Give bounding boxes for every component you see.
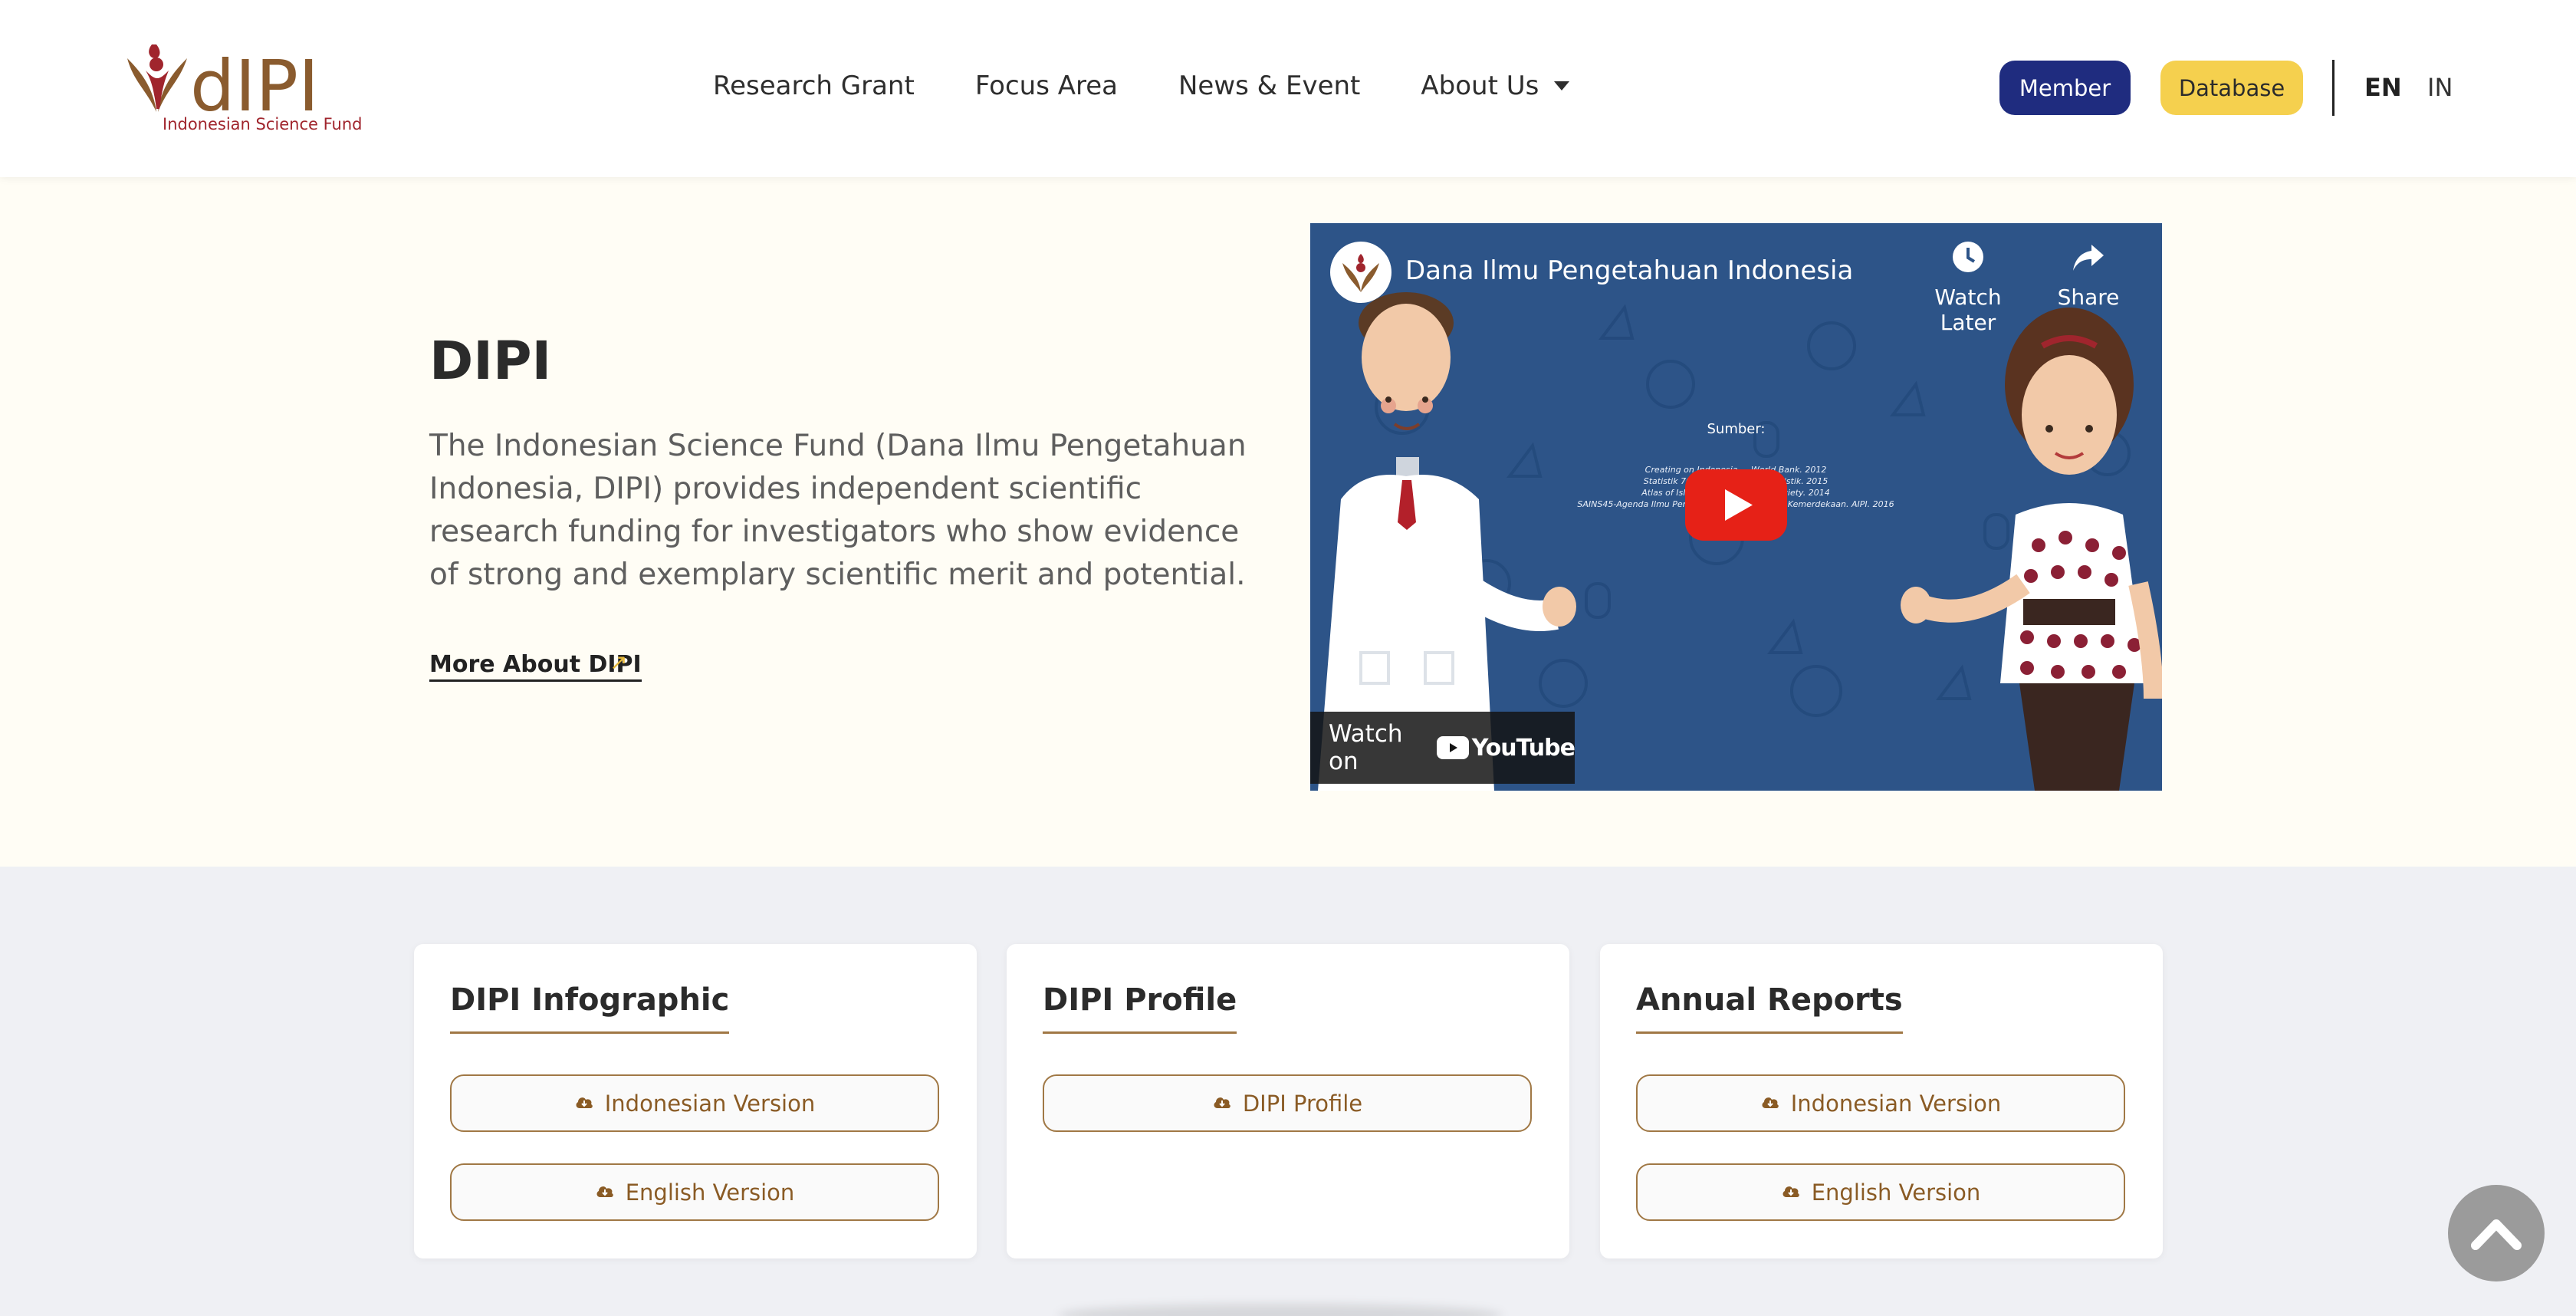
language-divider (2332, 60, 2334, 116)
svg-text:dIPI: dIPI (190, 45, 319, 120)
annual-reports-card: Annual Reports Indonesian Version Englis… (1600, 944, 2163, 1258)
decorative-shadow (1058, 1304, 1503, 1316)
youtube-video-embed[interactable]: Dana Ilmu Pengetahuan Indonesia Watch La… (1310, 223, 2162, 791)
download-english-version-button[interactable]: English Version (1636, 1163, 2125, 1221)
download-dipi-profile-button[interactable]: DIPI Profile (1043, 1074, 1532, 1132)
nav-about-us[interactable]: About Us (1421, 71, 1570, 101)
main-nav: Research Grant Focus Area News & Event A… (713, 71, 1630, 101)
youtube-wordmark: YouTube (1471, 734, 1576, 762)
nav-label: News & Event (1178, 71, 1361, 101)
profile-card: DIPI Profile DIPI Profile (1007, 944, 1569, 1258)
arrow-up-right-icon: ↗ (610, 650, 628, 675)
share-button[interactable]: Share (2046, 240, 2131, 310)
cloud-download-icon (595, 1179, 615, 1206)
play-icon[interactable] (1685, 469, 1787, 541)
watch-later-label: Watch Later (1934, 285, 2002, 335)
youtube-logo: YouTube (1436, 734, 1576, 762)
logo-tagline: Indonesian Science Fund (163, 115, 363, 133)
database-button[interactable]: Database (2160, 61, 2303, 115)
nav-research-grant[interactable]: Research Grant (713, 71, 915, 101)
card-title: Annual Reports (1636, 982, 1903, 1034)
button-label: Indonesian Version (1790, 1090, 2002, 1117)
button-label: English Version (625, 1179, 795, 1206)
button-label: DIPI Profile (1242, 1090, 1363, 1117)
nav-focus-area[interactable]: Focus Area (975, 71, 1118, 101)
language-en-link[interactable]: EN (2364, 73, 2402, 102)
cloud-download-icon (1760, 1091, 1780, 1117)
language-in-link[interactable]: IN (2427, 73, 2453, 102)
nav-news-event[interactable]: News & Event (1178, 71, 1360, 101)
dipi-logo-mark-icon: dIPI (127, 44, 319, 127)
share-arrow-icon (2073, 245, 2104, 271)
share-label: Share (2057, 285, 2120, 310)
nav-label: About Us (1421, 71, 1539, 101)
card-title: DIPI Infographic (450, 982, 730, 1034)
dipi-logo[interactable]: dIPI Indonesian Science Fund (123, 35, 363, 143)
youtube-play-icon (1436, 736, 1469, 759)
watch-on-youtube-button[interactable]: Watch on YouTube (1310, 712, 1576, 784)
chevron-down-icon (1554, 81, 1570, 90)
watch-on-label: Watch on (1329, 720, 1403, 775)
hero-section: DIPI The Indonesian Science Fund (Dana I… (0, 177, 2576, 867)
channel-avatar[interactable] (1330, 242, 1392, 303)
dipi-channel-logo-icon (1342, 254, 1379, 292)
clock-icon (1953, 242, 1983, 272)
infographic-card: DIPI Infographic Indonesian Version Engl… (414, 944, 977, 1258)
cloud-download-icon (574, 1091, 594, 1117)
button-label: Indonesian Version (604, 1090, 816, 1117)
download-english-version-button[interactable]: English Version (450, 1163, 939, 1221)
cloud-download-icon (1212, 1091, 1232, 1117)
site-header: dIPI Indonesian Science Fund Research Gr… (0, 0, 2576, 177)
download-indonesian-version-button[interactable]: Indonesian Version (450, 1074, 939, 1132)
woman-illustration (1901, 308, 2162, 791)
button-label: English Version (1811, 1179, 1981, 1206)
nav-label: Research Grant (713, 71, 915, 101)
watch-later-button[interactable]: Watch Later (1907, 240, 2029, 335)
card-title: DIPI Profile (1043, 982, 1237, 1034)
hero-description: The Indonesian Science Fund (Dana Ilmu P… (429, 429, 1247, 592)
cloud-download-icon (1781, 1179, 1801, 1206)
video-title[interactable]: Dana Ilmu Pengetahuan Indonesia (1405, 255, 1853, 286)
video-source-heading: Sumber: (1707, 421, 1766, 437)
member-button[interactable]: Member (1999, 61, 2131, 115)
scroll-to-top-button[interactable] (2448, 1185, 2545, 1281)
hero-title: DIPI (429, 331, 552, 392)
download-indonesian-version-button[interactable]: Indonesian Version (1636, 1074, 2125, 1132)
chevron-up-icon (2471, 1219, 2522, 1250)
nav-label: Focus Area (974, 71, 1118, 101)
